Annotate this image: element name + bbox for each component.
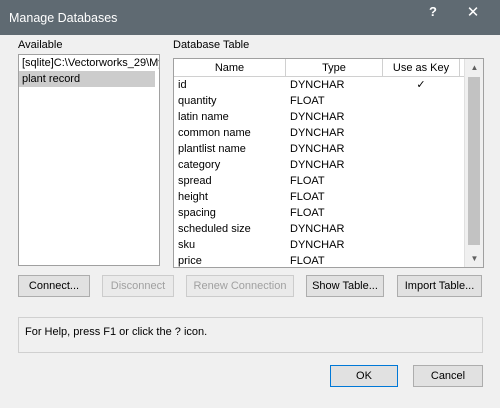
cell-type: DYNCHAR bbox=[290, 159, 345, 171]
scroll-thumb[interactable] bbox=[468, 77, 480, 245]
manage-databases-dialog: Manage Databases ? ✕ Available Database … bbox=[0, 0, 500, 408]
table-row[interactable]: sku DYNCHAR bbox=[174, 237, 464, 253]
cell-name: category bbox=[178, 159, 221, 171]
cell-name: common name bbox=[178, 127, 251, 139]
table-row[interactable]: quantity FLOAT bbox=[174, 93, 464, 109]
cell-name: latin name bbox=[178, 111, 229, 123]
scroll-down-icon[interactable]: ▼ bbox=[465, 250, 483, 267]
column-header-type[interactable]: Type bbox=[286, 59, 383, 77]
cell-use-as-key: ✓ bbox=[416, 79, 426, 91]
help-text: For Help, press F1 or click the ? icon. bbox=[25, 326, 208, 338]
cell-type: FLOAT bbox=[290, 95, 325, 107]
database-table[interactable]: Name Type Use as Key id DYNCHAR ✓ quantity F… bbox=[173, 58, 484, 268]
table-body: id DYNCHAR ✓ quantity FLOAT latin name DYNCHAR… bbox=[174, 77, 464, 267]
cell-type: DYNCHAR bbox=[290, 111, 345, 123]
cell-use-as-key bbox=[385, 173, 457, 189]
table-row[interactable]: category DYNCHAR bbox=[174, 157, 464, 173]
database-table-label: Database Table bbox=[173, 39, 250, 51]
cell-use-as-key bbox=[385, 109, 457, 125]
close-icon[interactable]: ✕ bbox=[458, 3, 488, 23]
available-label: Available bbox=[18, 39, 63, 51]
import-table-button[interactable]: Import Table... bbox=[397, 275, 482, 297]
cell-name: id bbox=[178, 79, 187, 91]
table-row[interactable]: id DYNCHAR ✓ bbox=[174, 77, 464, 93]
list-item[interactable]: [sqlite]C:\Vectorworks_29\My bbox=[19, 55, 159, 71]
cell-use-as-key bbox=[385, 253, 457, 267]
table-row[interactable]: price FLOAT bbox=[174, 253, 464, 267]
cell-use-as-key bbox=[385, 205, 457, 221]
cell-name: spacing bbox=[178, 207, 216, 219]
table-row[interactable]: spread FLOAT bbox=[174, 173, 464, 189]
cell-type: FLOAT bbox=[290, 191, 325, 203]
cell-use-as-key bbox=[385, 221, 457, 237]
cell-name: price bbox=[178, 255, 202, 267]
vertical-scrollbar[interactable]: ▲ ▼ bbox=[464, 59, 483, 267]
title-bar[interactable]: Manage Databases ? ✕ bbox=[0, 0, 500, 35]
help-box: For Help, press F1 or click the ? icon. bbox=[18, 317, 483, 353]
renew-connection-button[interactable]: Renew Connection bbox=[186, 275, 294, 297]
connect-button[interactable]: Connect... bbox=[18, 275, 90, 297]
cell-type: DYNCHAR bbox=[290, 79, 345, 91]
column-header-name[interactable]: Name bbox=[174, 59, 286, 77]
cell-name: plantlist name bbox=[178, 143, 246, 155]
cell-type: DYNCHAR bbox=[290, 143, 345, 155]
cell-name: spread bbox=[178, 175, 212, 187]
cell-type: DYNCHAR bbox=[290, 239, 345, 251]
cell-use-as-key bbox=[385, 125, 457, 141]
ok-button[interactable]: OK bbox=[330, 365, 398, 387]
cell-name: quantity bbox=[178, 95, 217, 107]
window-title: Manage Databases bbox=[9, 11, 118, 25]
list-item[interactable]: plant record bbox=[19, 71, 155, 87]
cell-use-as-key bbox=[385, 93, 457, 109]
cell-type: FLOAT bbox=[290, 255, 325, 267]
available-databases-list[interactable]: [sqlite]C:\Vectorworks_29\My plant recor… bbox=[18, 54, 160, 266]
disconnect-button[interactable]: Disconnect bbox=[102, 275, 174, 297]
table-row[interactable]: scheduled size DYNCHAR bbox=[174, 221, 464, 237]
cell-name: scheduled size bbox=[178, 223, 251, 235]
cell-use-as-key bbox=[385, 189, 457, 205]
show-table-button[interactable]: Show Table... bbox=[306, 275, 384, 297]
table-row[interactable]: spacing FLOAT bbox=[174, 205, 464, 221]
table-row[interactable]: plantlist name DYNCHAR bbox=[174, 141, 464, 157]
table-row[interactable]: latin name DYNCHAR bbox=[174, 109, 464, 125]
cell-type: DYNCHAR bbox=[290, 223, 345, 235]
cell-name: sku bbox=[178, 239, 196, 251]
table-header: Name Type Use as Key bbox=[174, 59, 464, 77]
cell-use-as-key bbox=[385, 157, 457, 173]
table-row[interactable]: height FLOAT bbox=[174, 189, 464, 205]
help-icon[interactable]: ? bbox=[419, 3, 447, 21]
cell-type: DYNCHAR bbox=[290, 127, 345, 139]
cell-name: height bbox=[178, 191, 208, 203]
scroll-up-icon[interactable]: ▲ bbox=[465, 59, 483, 76]
cancel-button[interactable]: Cancel bbox=[413, 365, 483, 387]
cell-use-as-key bbox=[385, 141, 457, 157]
column-header-use-as-key[interactable]: Use as Key bbox=[383, 59, 460, 77]
table-row[interactable]: common name DYNCHAR bbox=[174, 125, 464, 141]
cell-type: FLOAT bbox=[290, 207, 325, 219]
cell-use-as-key bbox=[385, 237, 457, 253]
cell-type: FLOAT bbox=[290, 175, 325, 187]
